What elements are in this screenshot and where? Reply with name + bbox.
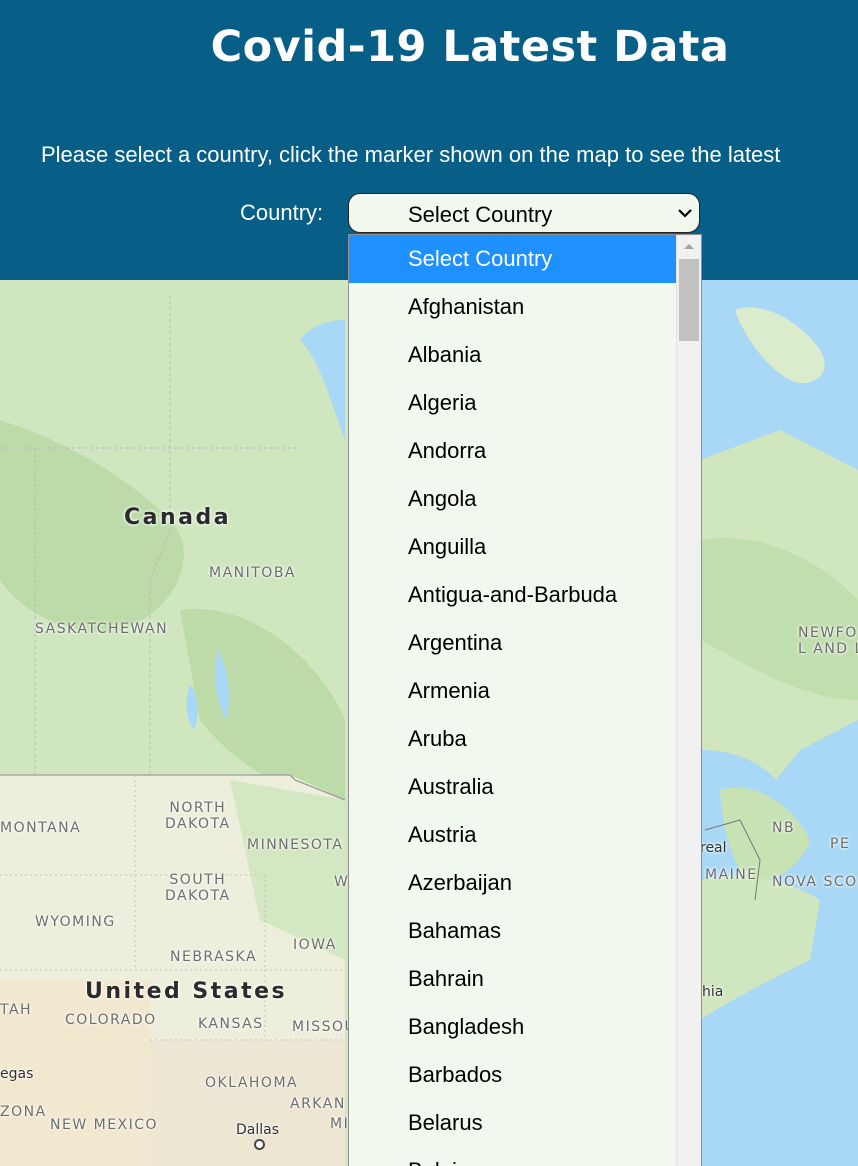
map-label-north-dakota: NORTH DAKOTA: [165, 800, 231, 832]
map-label-united-states: United States: [85, 979, 288, 1004]
dropdown-option[interactable]: Austria: [349, 811, 676, 859]
map-label-newfoundland: NEWFO L AND L: [798, 625, 858, 657]
map-label-south-dakota: SOUTH DAKOTA: [165, 872, 231, 904]
map-label-nova-scotia: NOVA SCO: [772, 874, 858, 890]
dropdown-option[interactable]: Azerbaijan: [349, 859, 676, 907]
map-label-arizona: ZONA: [0, 1104, 47, 1120]
dropdown-option[interactable]: Bahrain: [349, 955, 676, 1003]
scroll-up-arrow-icon[interactable]: [677, 235, 701, 257]
dropdown-option[interactable]: Antigua-and-Barbuda: [349, 571, 676, 619]
country-dropdown-list[interactable]: Select Country Afghanistan Albania Algeria A…: [348, 234, 702, 1166]
page: Canada MANITOBA SASKATCHEWAN NEWFO L AND…: [0, 0, 858, 1166]
country-label: Country:: [240, 200, 324, 225]
dropdown-option[interactable]: Select Country: [349, 235, 676, 283]
map-label-wyoming: WYOMING: [35, 914, 116, 930]
dropdown-option[interactable]: Bahamas: [349, 907, 676, 955]
instructions-text: Please select a country, click the marke…: [41, 142, 781, 167]
map-label-philadelphia: hia: [702, 984, 724, 1000]
map-label-kansas: KANSAS: [198, 1016, 264, 1032]
dropdown-options: Select Country Afghanistan Albania Algeria A…: [349, 235, 676, 1166]
map-label-colorado: COLORADO: [65, 1012, 157, 1028]
dropdown-option[interactable]: Barbados: [349, 1051, 676, 1099]
dropdown-scrollbar[interactable]: [676, 235, 701, 1166]
dropdown-option[interactable]: Anguilla: [349, 523, 676, 571]
map-label-iowa: IOWA: [293, 937, 337, 953]
map-label-nebraska: NEBRASKA: [170, 949, 258, 965]
map-label-las-vegas: egas: [0, 1066, 34, 1082]
dropdown-option[interactable]: Aruba: [349, 715, 676, 763]
dropdown-option[interactable]: Belarus: [349, 1099, 676, 1147]
map-label-minnesota: MINNESOTA: [247, 837, 344, 853]
map-label-nb: NB: [772, 820, 796, 836]
map-label-montana: MONTANA: [0, 820, 82, 836]
chevron-down-icon: [678, 209, 692, 218]
map-label-dallas: Dallas: [236, 1122, 280, 1138]
map-label-maine: MAINE: [705, 867, 758, 883]
dropdown-option[interactable]: Argentina: [349, 619, 676, 667]
dropdown-option[interactable]: Angola: [349, 475, 676, 523]
dropdown-option[interactable]: Albania: [349, 331, 676, 379]
country-select[interactable]: Select Country: [348, 193, 700, 233]
map-label-montreal: real: [700, 840, 727, 856]
dropdown-option[interactable]: Bangladesh: [349, 1003, 676, 1051]
map-label-mi: MI: [330, 1116, 350, 1132]
page-title: Covid-19 Latest Data: [210, 22, 730, 72]
scrollbar-thumb[interactable]: [679, 259, 699, 341]
map-label-pe: PE: [830, 836, 851, 852]
map-label-manitoba: MANITOBA: [209, 565, 297, 581]
dropdown-option[interactable]: Armenia: [349, 667, 676, 715]
map-label-canada: Canada: [124, 505, 232, 530]
map-label-arkansas: ARKAN: [290, 1096, 346, 1112]
map-label-utah: TAH: [0, 1002, 33, 1018]
country-select-value: Select Country: [408, 202, 553, 227]
map-label-saskatchewan: SASKATCHEWAN: [35, 621, 169, 637]
map-label-new-mexico: NEW MEXICO: [50, 1117, 159, 1133]
dropdown-option[interactable]: Andorra: [349, 427, 676, 475]
dropdown-option[interactable]: Afghanistan: [349, 283, 676, 331]
map-label-missouri: MISSOU: [292, 1019, 357, 1035]
dropdown-option[interactable]: Belgium: [349, 1147, 676, 1166]
dallas-marker-icon[interactable]: [254, 1139, 265, 1150]
dropdown-option[interactable]: Australia: [349, 763, 676, 811]
dropdown-option[interactable]: Algeria: [349, 379, 676, 427]
map-label-oklahoma: OKLAHOMA: [205, 1075, 299, 1091]
